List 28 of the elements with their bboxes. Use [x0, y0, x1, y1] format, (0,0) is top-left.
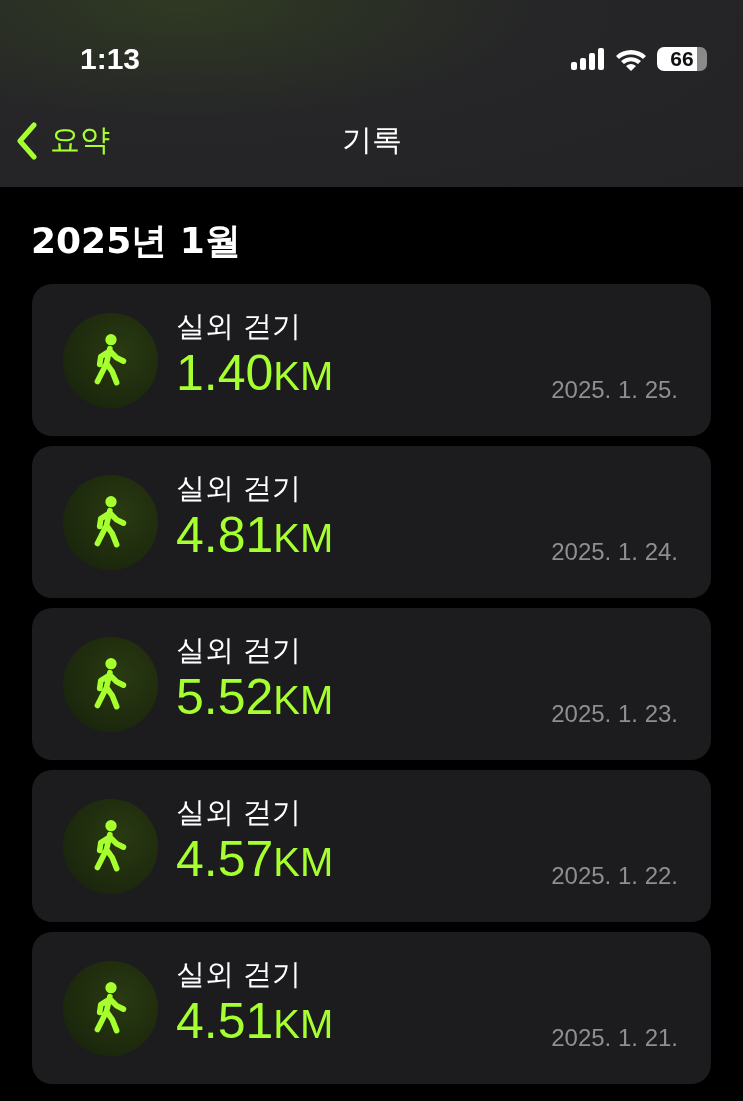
month-heading: 2025년 1월	[30, 219, 242, 263]
signal-icon	[571, 48, 605, 70]
workout-date: 2025. 1. 21.	[551, 1024, 678, 1052]
page-title: 기록	[341, 120, 402, 159]
workout-date: 2025. 1. 24.	[551, 538, 678, 566]
workout-date: 2025. 1. 22.	[551, 862, 678, 890]
workout-card[interactable]: 실외 걷기 4.57KM 2025. 1. 22.	[32, 770, 711, 922]
status-time: 1:13	[80, 42, 141, 76]
workout-name: 실외 걷기	[176, 307, 303, 345]
workout-distance: 4.81KM	[176, 508, 334, 562]
workout-date: 2025. 1. 23.	[551, 700, 678, 728]
workout-distance: 5.52KM	[176, 670, 334, 724]
chevron-left-icon	[16, 121, 38, 160]
back-link[interactable]: 요약	[16, 120, 110, 161]
workout-card[interactable]: 실외 걷기 5.52KM 2025. 1. 23.	[32, 608, 711, 760]
workout-name: 실외 걷기	[176, 631, 303, 669]
workout-name: 실외 걷기	[176, 955, 303, 993]
workout-name: 실외 걷기	[176, 793, 303, 831]
workout-name: 실외 걷기	[176, 469, 303, 507]
workout-date: 2025. 1. 25.	[551, 376, 678, 404]
battery-level: 66	[657, 47, 707, 71]
workout-distance: 4.57KM	[176, 832, 334, 886]
workout-card[interactable]: 실외 걷기 4.81KM 2025. 1. 24.	[32, 446, 711, 598]
workout-distance: 1.40KM	[176, 346, 334, 400]
workout-card[interactable]: 실외 걷기 4.51KM 2025. 1. 21.	[32, 932, 711, 1084]
workout-distance: 4.51KM	[176, 994, 334, 1048]
workout-card[interactable]: 실외 걷기 1.40KM 2025. 1. 25.	[32, 284, 711, 436]
wifi-icon	[615, 47, 647, 71]
